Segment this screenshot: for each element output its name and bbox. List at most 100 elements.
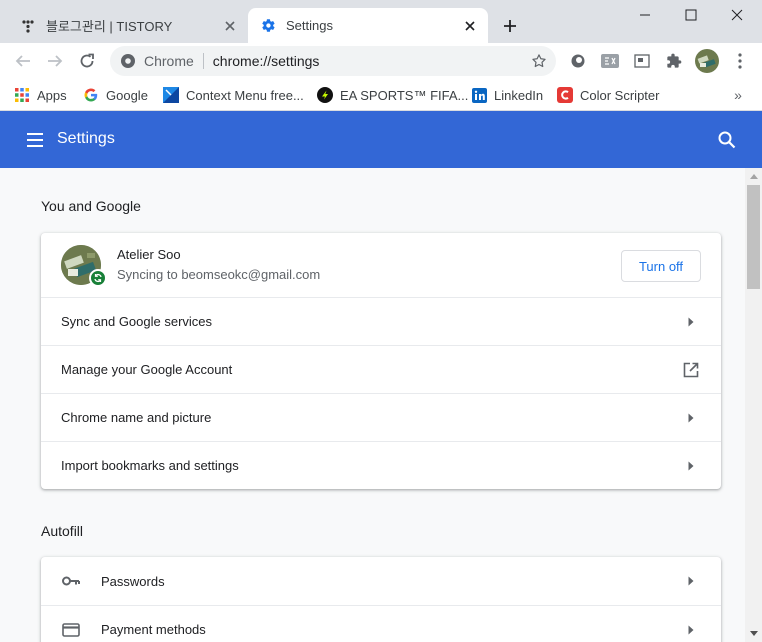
toolbar: Chrome chrome://settings [0,43,762,79]
context-menu-icon [163,87,179,103]
extension-badge-icon [601,54,619,68]
gear-icon [260,18,276,34]
bookmark-apps[interactable]: Apps [14,85,67,105]
linkedin-icon [471,87,487,103]
fifa-icon [317,87,333,103]
turn-off-sync-button[interactable]: Turn off [621,250,701,282]
bookmarks-overflow-button[interactable]: » [728,85,748,105]
hamburger-menu-icon[interactable] [24,129,46,151]
maximize-button[interactable] [668,0,714,30]
profile-name: Atelier Soo [117,247,181,262]
bookmark-star-button[interactable] [528,50,550,72]
scrollbar-thumb[interactable] [747,185,760,289]
tab-title: 블로그관리 | TISTORY [46,19,173,34]
close-icon [731,9,743,21]
extensions-button[interactable] [660,47,688,75]
row-label: Passwords [101,573,165,589]
three-dots-vertical-icon [738,53,742,69]
chevron-right-icon [685,460,697,472]
omnibox-separator [202,53,204,69]
bookmark-color-scripter[interactable]: Color Scripter [557,85,659,105]
forward-button[interactable] [41,47,69,75]
extension-window-icon [634,54,650,68]
bookmark-context-menu[interactable]: Context Menu free... [163,85,304,105]
reload-icon [80,53,94,68]
tab-tistory[interactable]: 블로그관리 | TISTORY [8,8,248,43]
color-scripter-icon [557,87,573,103]
external-link-icon [681,360,701,380]
minimize-icon [640,14,650,16]
chrome-icon [121,54,135,68]
puzzle-icon [667,53,682,68]
extension-2-button[interactable] [596,47,624,75]
close-window-button[interactable] [714,0,760,30]
bookmark-label: LinkedIn [494,87,544,103]
page-title: Settings [57,130,115,147]
close-icon[interactable] [220,16,240,36]
row-label: Sync and Google services [61,314,213,329]
bookmark-google[interactable]: Google [83,85,148,105]
chrome-name-and-picture-row[interactable]: Chrome name and picture [41,393,721,441]
settings-header: Settings [0,111,762,168]
row-label: Payment methods [101,622,206,637]
credit-card-icon [61,620,81,640]
autofill-card: Passwords Payment methods [41,557,721,642]
bookmark-label: Apps [37,87,67,103]
new-tab-button[interactable] [500,16,520,36]
apps-grid-icon [14,87,30,103]
bookmark-label: EA SPORTS™ FIFA... [340,87,469,103]
key-icon [61,571,81,591]
row-label: Chrome name and picture [61,410,212,425]
omnibox[interactable]: Chrome chrome://settings [110,46,556,76]
back-arrow-icon [15,55,30,67]
omnibox-chip: Chrome [144,53,194,69]
row-label: Manage your Google Account [61,362,233,377]
minimize-button[interactable] [622,0,668,30]
chevron-right-icon [685,624,697,636]
bookmarks-bar: Apps Google Context Menu free... EA SPOR… [0,79,762,111]
manage-google-account-row[interactable]: Manage your Google Account [41,345,721,393]
menu-button[interactable] [726,47,754,75]
sync-icon [89,269,107,287]
sync-and-google-services-row[interactable]: Sync and Google services [41,297,721,345]
scroll-up-arrow-icon[interactable] [745,168,762,185]
payment-methods-row[interactable]: Payment methods [41,605,721,642]
search-icon[interactable] [716,129,738,151]
you-and-google-card: Atelier Soo Syncing to beomseokc@gmail.c… [41,233,721,489]
profile-button[interactable] [693,47,721,75]
profile-avatar-icon [695,49,719,73]
chevron-right-icon [685,412,697,424]
extension-3-button[interactable] [628,47,656,75]
back-button[interactable] [9,47,37,75]
forward-arrow-icon [48,55,63,67]
profile-row: Atelier Soo Syncing to beomseokc@gmail.c… [41,233,721,297]
row-label: Import bookmarks and settings [61,458,239,473]
tab-strip: 블로그관리 | TISTORY Settings [0,0,762,43]
extension-circle-icon [571,54,585,68]
scrollbar[interactable] [745,168,762,642]
import-bookmarks-row[interactable]: Import bookmarks and settings [41,441,721,489]
url-text[interactable]: chrome://settings [213,53,528,69]
section-title-autofill: Autofill [41,523,84,539]
close-icon[interactable] [460,16,480,36]
bookmark-label: Color Scripter [580,87,660,103]
section-title-you-and-google: You and Google [41,198,141,214]
maximize-icon [685,9,697,21]
tistory-icon [20,18,36,34]
bookmark-label: Google [106,87,148,103]
bookmark-label: Context Menu free... [186,87,304,103]
extension-1-button[interactable] [564,47,592,75]
chevron-right-icon [685,575,697,587]
plus-icon [504,20,516,32]
tab-settings[interactable]: Settings [248,8,488,43]
bookmark-fifa[interactable]: EA SPORTS™ FIFA... [317,85,468,105]
google-icon [83,87,99,103]
passwords-row[interactable]: Passwords [41,557,721,605]
settings-content: You and Google Atelier Soo Syncing to be… [0,168,745,642]
tab-title: Settings [286,18,333,33]
star-icon [532,54,546,68]
sync-status: Syncing to beomseokc@gmail.com [117,267,321,282]
scroll-down-arrow-icon[interactable] [745,625,762,642]
reload-button[interactable] [73,47,101,75]
bookmark-linkedin[interactable]: LinkedIn [471,85,543,105]
